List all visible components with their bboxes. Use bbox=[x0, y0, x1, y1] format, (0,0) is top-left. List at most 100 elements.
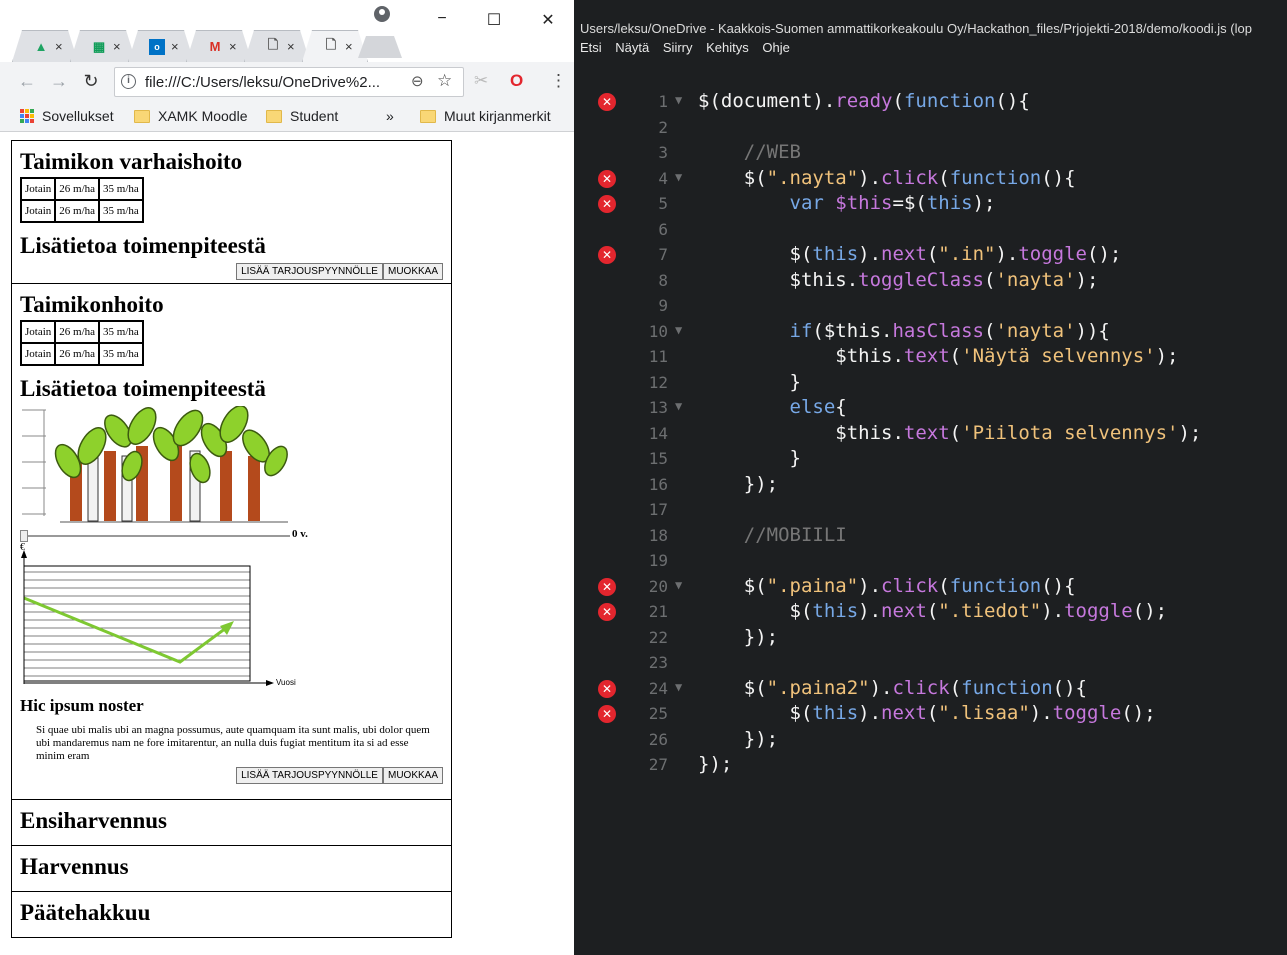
error-icon[interactable]: ✕ bbox=[598, 705, 616, 723]
fold-arrow-icon[interactable]: ▼ bbox=[675, 170, 682, 184]
code-line[interactable]: 6 bbox=[574, 218, 1287, 244]
code-text[interactable]: $(this).next(".lisaa").toggle(); bbox=[698, 702, 1156, 724]
code-text[interactable]: } bbox=[698, 371, 801, 393]
section-harvennus[interactable]: Harvennus bbox=[11, 846, 452, 892]
code-line[interactable]: 14 $this.text('Piilota selvennys'); bbox=[574, 422, 1287, 448]
bookmark-apps[interactable]: Sovellukset bbox=[20, 108, 114, 124]
code-text[interactable]: }); bbox=[698, 626, 778, 648]
tab-close-icon[interactable]: × bbox=[345, 39, 353, 54]
code-line[interactable]: ✕ 4 ▼ $(".nayta").click(function(){ bbox=[574, 167, 1287, 193]
code-text[interactable]: }); bbox=[698, 753, 732, 775]
code-line[interactable]: ✕ 1 ▼ $(document).ready(function(){ bbox=[574, 90, 1287, 116]
code-text[interactable]: }); bbox=[698, 473, 778, 495]
url-text[interactable]: file:///C:/Users/leksu/OneDrive%2... bbox=[145, 74, 380, 91]
section-title[interactable]: Päätehakkuu bbox=[20, 900, 443, 926]
reload-icon[interactable]: ↻ bbox=[80, 71, 102, 92]
tab-page[interactable]: 🗋 × bbox=[244, 30, 310, 62]
code-line[interactable]: ✕ 21 $(this).next(".tiedot").toggle(); bbox=[574, 600, 1287, 626]
code-line[interactable]: 19 bbox=[574, 549, 1287, 575]
add-to-quote-button[interactable]: LISÄÄ TARJOUSPYYNNÖLLE bbox=[236, 263, 383, 280]
tab-close-icon[interactable]: × bbox=[287, 39, 295, 54]
code-text[interactable]: //MOBIILI bbox=[698, 524, 847, 546]
code-line[interactable]: ✕ 20 ▼ $(".paina").click(function(){ bbox=[574, 575, 1287, 601]
menu-item-kehitys[interactable]: Kehitys bbox=[706, 40, 749, 55]
menu-item-nayta[interactable]: Näytä bbox=[615, 40, 649, 55]
section-paatehakkuu[interactable]: Päätehakkuu bbox=[11, 892, 452, 938]
code-text[interactable]: else{ bbox=[698, 396, 847, 418]
code-text[interactable]: $this.toggleClass('nayta'); bbox=[698, 269, 1099, 291]
fold-arrow-icon[interactable]: ▼ bbox=[675, 93, 682, 107]
code-line[interactable]: 15 } bbox=[574, 447, 1287, 473]
info-heading[interactable]: Lisätietoa toimenpiteestä bbox=[20, 233, 443, 259]
code-text[interactable]: } bbox=[698, 447, 801, 469]
code-text[interactable]: $this.text('Piilota selvennys'); bbox=[698, 422, 1201, 444]
section-title[interactable]: Taimikon varhaishoito bbox=[20, 149, 443, 175]
error-icon[interactable]: ✕ bbox=[598, 577, 616, 596]
code-text[interactable]: if($this.hasClass('nayta')){ bbox=[698, 320, 1110, 342]
code-line[interactable]: 9 bbox=[574, 294, 1287, 320]
bookmarks-overflow-button[interactable]: » bbox=[386, 108, 394, 124]
tab-close-icon[interactable]: × bbox=[229, 39, 237, 54]
code-line[interactable]: 22 }); bbox=[574, 626, 1287, 652]
code-line[interactable]: ✕ 24 ▼ $(".paina2").click(function(){ bbox=[574, 677, 1287, 703]
menu-item-etsi[interactable]: Etsi bbox=[580, 40, 602, 55]
code-text[interactable]: $(".nayta").click(function(){ bbox=[698, 167, 1076, 189]
menu-item-ohje[interactable]: Ohje bbox=[762, 40, 789, 55]
code-text[interactable]: $(this).next(".tiedot").toggle(); bbox=[698, 600, 1168, 622]
error-icon[interactable]: ✕ bbox=[598, 169, 616, 188]
bookmark-student[interactable]: Student bbox=[266, 108, 338, 124]
slider-track[interactable] bbox=[28, 535, 290, 537]
fold-arrow-icon[interactable]: ▼ bbox=[675, 680, 682, 694]
profile-icon[interactable] bbox=[374, 6, 390, 22]
year-slider[interactable]: 0 v. bbox=[20, 528, 443, 544]
code-text[interactable]: //WEB bbox=[698, 141, 801, 163]
error-icon[interactable]: ✕ bbox=[598, 246, 616, 264]
tab-gmail[interactable]: M × bbox=[186, 30, 252, 62]
fold-arrow-icon[interactable]: ▼ bbox=[675, 399, 682, 413]
code-line[interactable]: 18 //MOBIILI bbox=[574, 524, 1287, 550]
code-line[interactable]: ✕ 7 $(this).next(".in").toggle(); bbox=[574, 243, 1287, 269]
minimize-button[interactable]: − bbox=[432, 10, 452, 28]
tab-close-icon[interactable]: × bbox=[55, 39, 63, 54]
new-tab-button[interactable] bbox=[358, 36, 402, 58]
code-line[interactable]: 12 } bbox=[574, 371, 1287, 397]
bookmark-other[interactable]: Muut kirjanmerkit bbox=[420, 108, 551, 124]
zoom-icon[interactable]: ⊖ bbox=[411, 72, 424, 90]
bookmark-xamk-moodle[interactable]: XAMK Moodle bbox=[134, 108, 247, 124]
fold-arrow-icon[interactable]: ▼ bbox=[675, 578, 682, 592]
add-to-quote-button[interactable]: LISÄÄ TARJOUSPYYNNÖLLE bbox=[236, 767, 383, 784]
error-icon[interactable]: ✕ bbox=[598, 603, 616, 621]
edit-button[interactable]: MUOKKAA bbox=[382, 767, 443, 784]
code-line[interactable]: 26 }); bbox=[574, 728, 1287, 754]
code-line[interactable]: 8 $this.toggleClass('nayta'); bbox=[574, 269, 1287, 295]
code-line[interactable]: 13 ▼ else{ bbox=[574, 396, 1287, 422]
section-title[interactable]: Ensiharvennus bbox=[20, 808, 443, 834]
fold-arrow-icon[interactable]: ▼ bbox=[675, 323, 682, 337]
code-text[interactable]: var $this=$(this); bbox=[698, 192, 996, 214]
error-icon[interactable]: ✕ bbox=[598, 195, 616, 213]
close-window-button[interactable]: ✕ bbox=[538, 10, 558, 30]
code-line[interactable]: 3 //WEB bbox=[574, 141, 1287, 167]
slider-handle[interactable] bbox=[20, 530, 28, 542]
code-line[interactable]: 23 bbox=[574, 651, 1287, 677]
tab-page-active[interactable]: 🗋 × bbox=[302, 30, 368, 62]
code-text[interactable]: $(".paina2").click(function(){ bbox=[698, 677, 1087, 699]
forward-arrow-icon[interactable]: → bbox=[48, 71, 70, 92]
code-text[interactable]: $(this).next(".in").toggle(); bbox=[698, 243, 1122, 265]
edit-button[interactable]: MUOKKAA bbox=[382, 263, 443, 280]
code-text[interactable]: $(".paina").click(function(){ bbox=[698, 575, 1076, 597]
extension-icon[interactable]: ✂ bbox=[474, 71, 488, 91]
code-text[interactable]: }); bbox=[698, 728, 778, 750]
tab-google-sheets[interactable]: ▦ × bbox=[70, 30, 136, 62]
code-line[interactable]: ✕ 25 $(this).next(".lisaa").toggle(); bbox=[574, 702, 1287, 728]
section-ensiharvennus[interactable]: Ensiharvennus bbox=[11, 800, 452, 846]
section-title[interactable]: Harvennus bbox=[20, 854, 443, 880]
code-line[interactable]: 27}); bbox=[574, 753, 1287, 779]
code-text[interactable]: $this.text('Näytä selvennys'); bbox=[698, 345, 1178, 367]
error-icon[interactable]: ✕ bbox=[598, 93, 616, 111]
maximize-button[interactable]: ☐ bbox=[484, 10, 504, 30]
code-line[interactable]: ✕ 5 var $this=$(this); bbox=[574, 192, 1287, 218]
code-line[interactable]: 11 $this.text('Näytä selvennys'); bbox=[574, 345, 1287, 371]
opera-vpn-icon[interactable]: O bbox=[510, 71, 523, 91]
section-title[interactable]: Taimikonhoito bbox=[20, 292, 443, 318]
